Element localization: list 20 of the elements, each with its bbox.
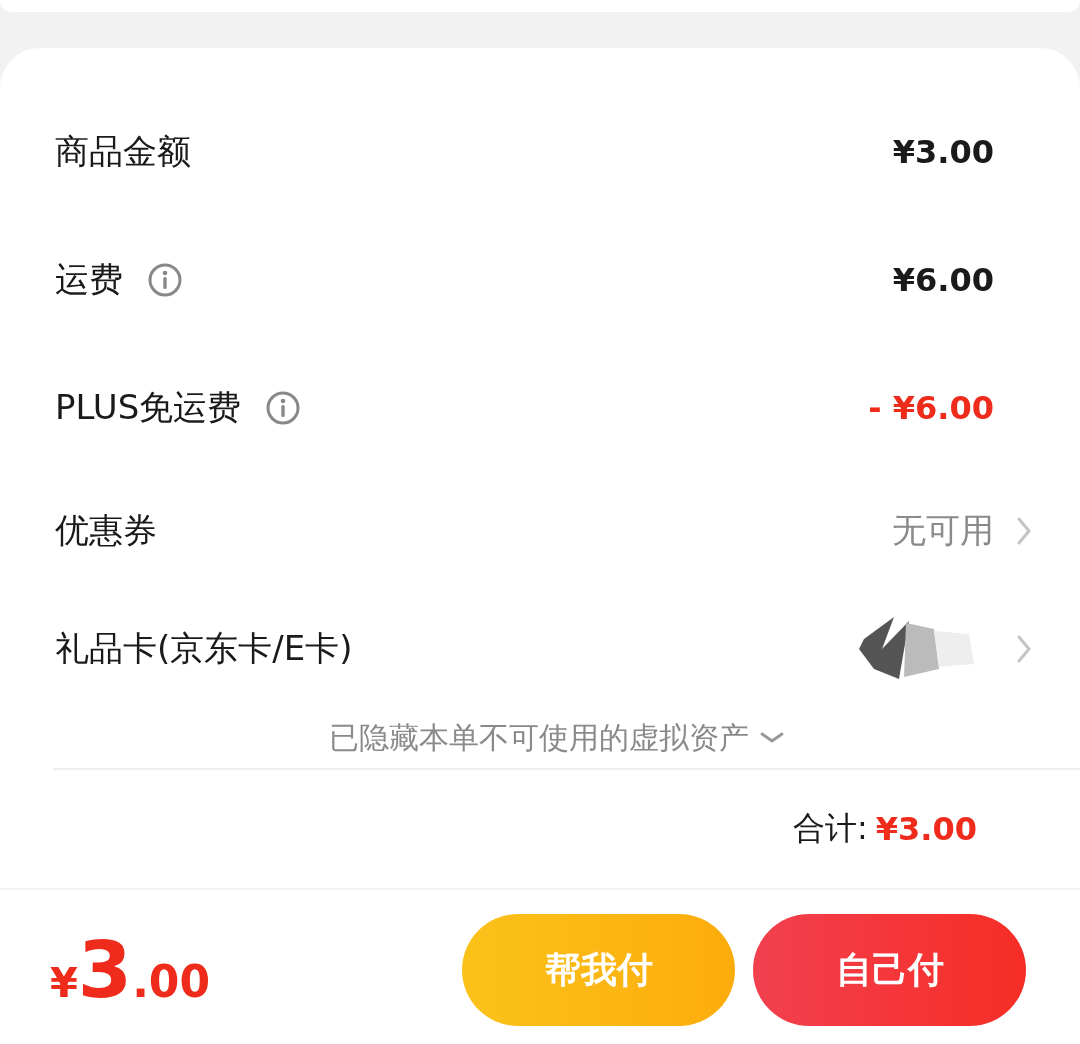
row-value: ¥6.00 — [892, 261, 994, 299]
row-value: ¥3.00 — [892, 133, 994, 171]
row-label: 优惠券 — [55, 509, 157, 552]
chevron-down-icon[interactable] — [758, 731, 785, 745]
pay-button[interactable]: 帮我付 — [462, 914, 735, 1026]
info-icon[interactable] — [147, 262, 183, 298]
chevron-right-icon[interactable] — [1016, 634, 1032, 664]
total-label: 合计: — [793, 808, 868, 849]
chevron-right-icon[interactable] — [1016, 516, 1032, 546]
pay-button[interactable]: 自己付 — [753, 914, 1026, 1026]
row-value: 无可用 — [892, 509, 994, 552]
row-label: 运费 — [55, 258, 123, 301]
row-value: - ¥6.00 — [868, 389, 994, 427]
row-label: 礼品卡(京东卡/E卡) — [55, 627, 353, 670]
info-icon[interactable] — [265, 390, 302, 426]
row-label: PLUS免运费 — [55, 386, 242, 429]
hidden-assets-note[interactable]: 已隐藏本单不可使用的虚拟资产 — [328, 717, 749, 759]
total-price: ¥3.00 — [50, 925, 211, 1015]
row-label: 商品金额 — [55, 130, 191, 173]
total-value: ¥3.00 — [875, 810, 977, 848]
